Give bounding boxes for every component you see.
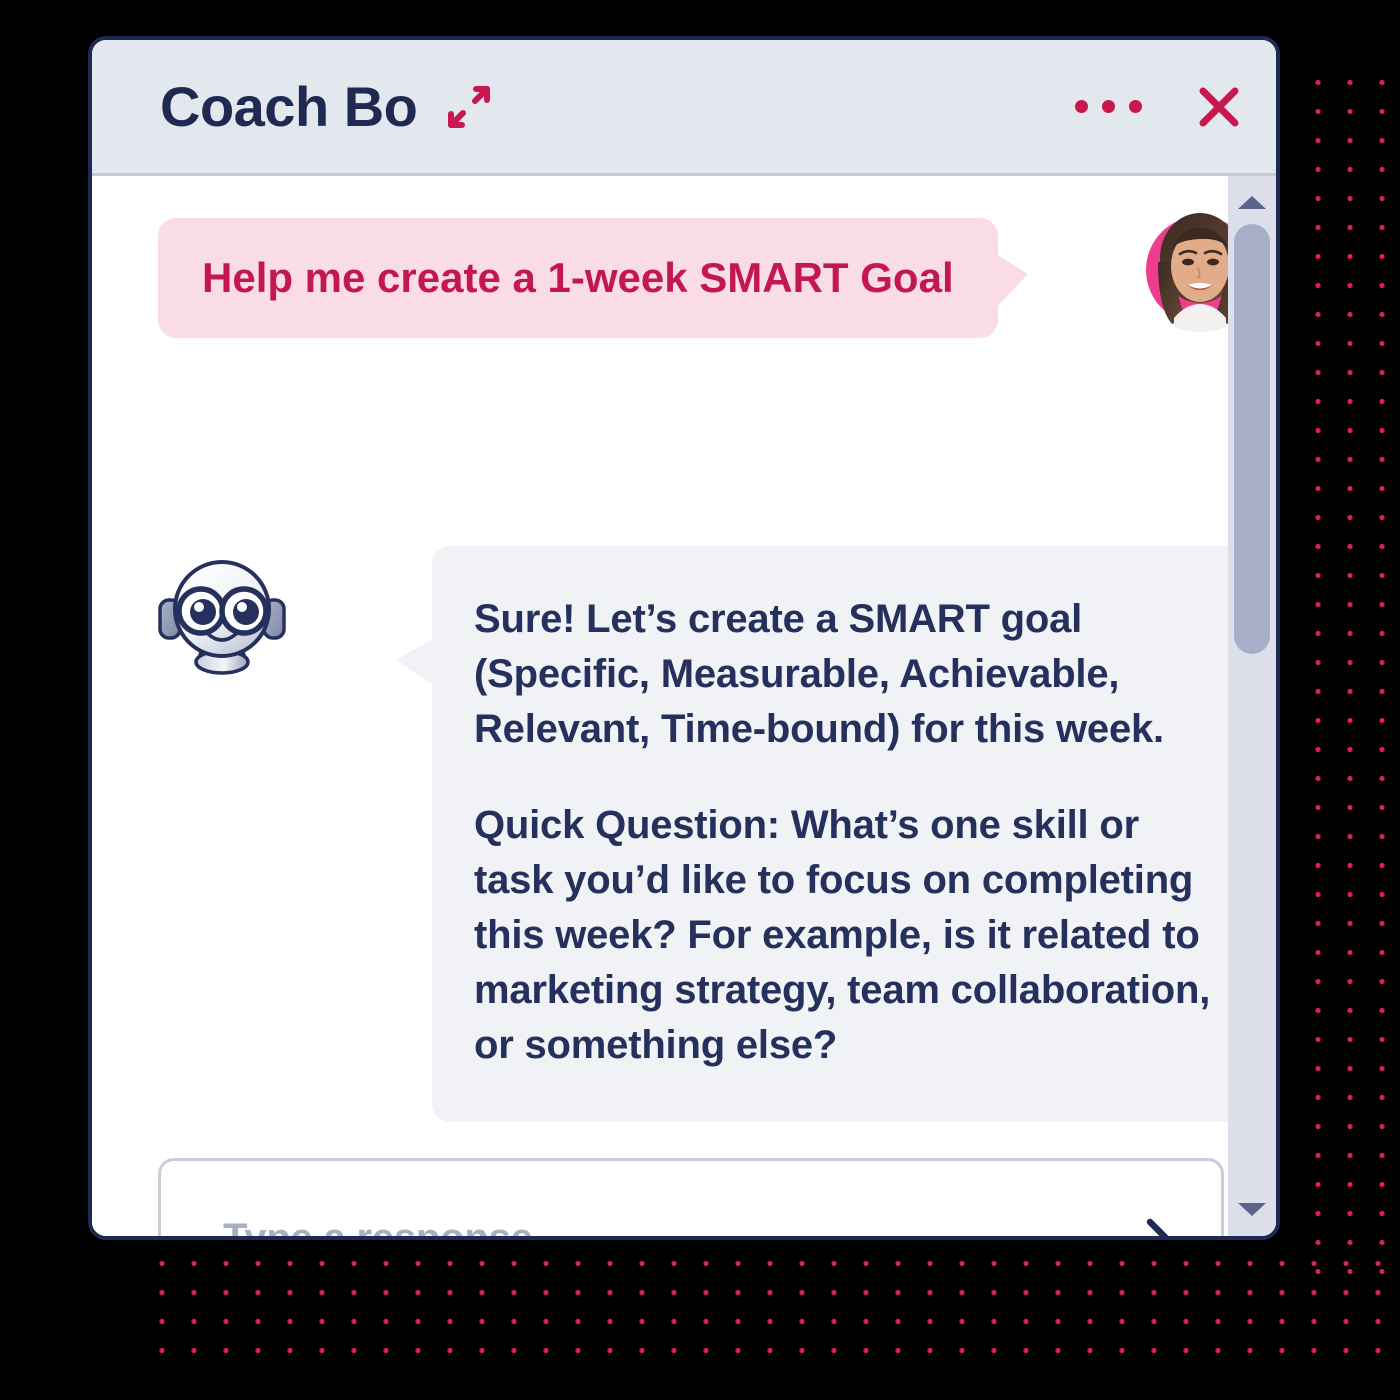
triangle-up-icon[interactable] — [1228, 186, 1276, 220]
chat-widget-card: Coach Bo Help me create a 1-week SMART G… — [88, 36, 1280, 1240]
message-row-assistant: Sure! Let’s create a SMART goal (Specifi… — [158, 546, 1228, 1122]
close-x-icon[interactable] — [1196, 84, 1242, 130]
assistant-message-bubble: Sure! Let’s create a SMART goal (Specifi… — [396, 546, 1228, 1122]
scrollbar-track[interactable] — [1228, 220, 1276, 1192]
user-message-bubble: Help me create a 1-week SMART Goal — [158, 218, 998, 339]
decorative-dot-pattern-right — [1298, 64, 1400, 1294]
user-message-text: Help me create a 1-week SMART Goal — [202, 254, 954, 301]
messages-pane: Help me create a 1-week SMART Goal Sure!… — [92, 176, 1228, 1236]
robot-bot-avatar — [158, 554, 286, 682]
assistant-message-paragraph-2: Quick Question: What’s one skill or task… — [474, 802, 1211, 1068]
avatar — [1134, 200, 1228, 332]
send-button[interactable] — [1129, 1210, 1185, 1236]
menu-dot — [1075, 100, 1088, 113]
menu-dot — [1102, 100, 1115, 113]
screenshot-root: Coach Bo Help me create a 1-week SMART G… — [0, 0, 1400, 1400]
triangle-down-icon[interactable] — [1228, 1192, 1276, 1226]
scrollbar[interactable] — [1228, 176, 1276, 1236]
message-row-user: Help me create a 1-week SMART Goal — [158, 200, 1228, 339]
more-horizontal-dots-icon[interactable] — [1069, 90, 1148, 123]
assistant-message-paragraph-1: Sure! Let’s create a SMART goal (Specifi… — [474, 597, 1164, 752]
expand-diagonal-arrows-icon[interactable] — [443, 81, 495, 133]
menu-dot — [1129, 100, 1142, 113]
chat-body: Help me create a 1-week SMART Goal Sure!… — [92, 176, 1276, 1236]
search-input[interactable] — [223, 1215, 1129, 1236]
chat-header: Coach Bo — [92, 40, 1276, 176]
scrollbar-thumb[interactable] — [1234, 224, 1270, 654]
response-input-container[interactable] — [158, 1158, 1224, 1236]
decorative-dot-pattern-bottom — [142, 1245, 1400, 1365]
page-title: Coach Bo — [160, 74, 418, 138]
